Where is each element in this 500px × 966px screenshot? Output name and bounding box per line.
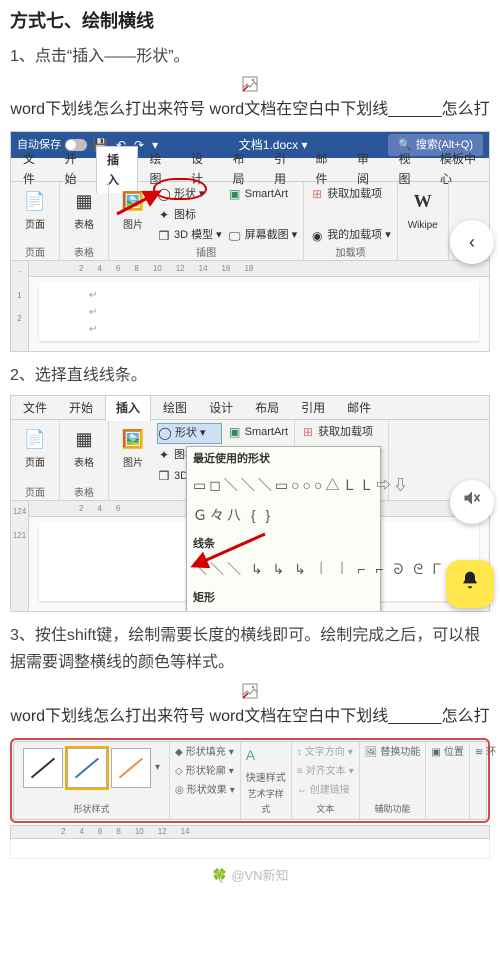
tab-layout[interactable]: 布局 [245,395,289,421]
notification-bell-button[interactable] [446,560,494,608]
step-1-text: 1、点击“插入——形状”。 [10,43,490,70]
back-button[interactable]: ‹ [450,220,494,264]
style-thumb-2-selected[interactable] [67,748,107,788]
tab-file[interactable]: 文件 [13,395,57,421]
shape-style-gallery[interactable]: ▾ [19,744,164,792]
shapes-dropdown-panel[interactable]: 最近使用的形状 ▭◻＼＼＼▭○○○△ＬＬ⇨⇩ Ｇ々八 { } 线条 ＼＼＼ ↳ … [186,446,381,612]
screenshot-1-word-insert-shapes: 自动保存 💾 ↶ ↷ ▾ 文档1.docx ▾ 🔍 搜索(Alt+Q) 文件 开… [10,131,490,352]
style-thumb-3[interactable] [111,748,151,788]
my-addins-button[interactable]: ◉我的加载项▾ [310,226,391,245]
get-addins-button[interactable]: ⊞获取加载项 [301,423,382,442]
attribution-text: 🍀 @VN新知 [10,865,490,887]
mute-button[interactable] [450,480,494,524]
caption-text: word下划线怎么打出来符号 word文档在空白中下划线______怎么打 [10,703,489,730]
create-link-button: ⇔ 创建链接 [297,782,354,799]
broken-image-caption-1: word下划线怎么打出来符号 word文档在空白中下划线______怎么打 [10,76,490,123]
screenshot-3-shape-format-ribbon: ▾ 形状样式 ◆ 形状填充 ▾ ◇ 形状轮廓 ▾ ◎ 形状效果 ▾ A 快速样式… [13,741,487,820]
screenshot-icon: 🖵 [228,229,242,243]
caption-text: word下划线怎么打出来符号 word文档在空白中下划线______怎么打 [10,96,489,123]
broken-image-caption-2: word下划线怎么打出来符号 word文档在空白中下划线______怎么打 [10,683,490,730]
screenshot-button[interactable]: 🖵屏幕截图▾ [228,226,298,245]
shapes-rect-row[interactable]: ▭▭▭▭▭▭▭▭▭ [187,611,380,613]
shapes-lines-row[interactable]: ＼＼＼ ↳ ↳ ↳ ꒐ ꒐ ⌐ ⌐ ᘐ ᘓ ᒥ [187,556,380,586]
smartart-button[interactable]: ▣SmartArt [228,423,288,442]
toggle-off-icon[interactable] [65,139,87,151]
word-tabs: 文件 开始 插入 绘图 设计 布局 引用 邮件 审阅 视图 模板中心 [11,158,489,182]
shape-outline-button[interactable]: ◇ 形状轮廓 ▾ [175,763,235,780]
tab-mail[interactable]: 邮件 [337,395,381,421]
section-heading: 方式七、绘制横线 [10,6,490,37]
tab-insert[interactable]: 插入 [105,395,151,421]
shape-fill-button[interactable]: ◆ 形状填充 ▾ [175,744,235,761]
pages-button[interactable]: 📄 页面 [17,423,53,474]
chevron-left-icon: ‹ [469,227,475,258]
pages-button[interactable]: 📄 页面 [17,185,53,236]
step-3-text: 3、按住shift键，绘制需要长度的横线即可。绘制完成之后，可以根据需要调整横线… [10,622,490,676]
wikipedia-icon: W [409,187,437,215]
shapes-lines-title: 线条 [187,532,380,557]
screenshot-2-shapes-dropdown: 文件 开始 插入 绘图 设计 布局 引用 邮件 📄 页面 页面 [10,395,490,612]
tab-draw[interactable]: 绘图 [153,395,197,421]
tab-ref[interactable]: 引用 [291,395,335,421]
tab-design[interactable]: 设计 [199,395,243,421]
broken-image-icon [242,76,258,92]
store-icon: ⊞ [310,187,324,201]
page-icon: 📄 [21,187,49,215]
word-tabs-2: 文件 开始 插入 绘图 设计 布局 引用 邮件 [11,396,489,420]
tab-home[interactable]: 开始 [59,395,103,421]
shapes-recent-row2[interactable]: Ｇ々八 { } [187,502,380,532]
addin-icon: ◉ [310,229,324,243]
get-addins-button[interactable]: ⊞获取加载项 [310,185,391,204]
smartart-button[interactable]: ▣SmartArt [228,185,298,204]
table-icon: ▦ [70,187,98,215]
shapes-button-open[interactable]: ◯形状▾ [157,423,222,444]
wikipedia-button[interactable]: W Wikipe [404,185,442,236]
shapes-rect-title: 矩形 [187,586,380,611]
image-icon: 🖼️ [119,187,147,215]
3dmodel-button[interactable]: ❒3D 模型▾ [157,226,222,245]
style-thumb-1[interactable] [23,748,63,788]
shapes-recent-row1[interactable]: ▭◻＼＼＼▭○○○△ＬＬ⇨⇩ [187,472,380,502]
screenshot-3-highlight: ▾ 形状样式 ◆ 形状填充 ▾ ◇ 形状轮廓 ▾ ◎ 形状效果 ▾ A 快速样式… [10,738,490,823]
image-icon: 🖼️ [119,425,147,453]
quick-style-button[interactable]: A [246,744,286,768]
image-button[interactable]: 🖼️ 图片 [115,185,151,236]
gallery-more-icon[interactable]: ▾ [155,759,160,776]
table-button[interactable]: ▦ 表格 [66,423,102,474]
bell-icon [460,569,480,600]
align-text-button: ≡ 对齐文本 ▾ [297,763,354,780]
ruler-3: 2468101214 [10,825,490,839]
shapes-icon: ◯ [157,187,171,201]
wrap-button[interactable]: ≋环 [475,744,496,761]
position-button[interactable]: ▣位置 [431,744,463,761]
document-page[interactable]: ↵↵↵ [39,281,479,341]
icons-button[interactable]: ✦图标 [157,206,222,225]
shapes-recent-title: 最近使用的形状 [187,447,380,472]
horizontal-ruler: 24681012141618 [29,261,489,277]
shape-effects-button[interactable]: ◎ 形状效果 ▾ [175,782,235,799]
smartart-icon: ▣ [228,187,242,201]
mute-icon [462,487,482,518]
vertical-ruler: -12 [11,261,29,351]
broken-image-icon [242,683,258,699]
alt-text-button[interactable]: 🖼替换功能 [365,744,421,761]
icons-icon: ✦ [157,208,171,222]
step-2-text: 2、选择直线线条。 [10,362,490,389]
table-icon: ▦ [70,425,98,453]
image-button[interactable]: 🖼️ 图片 [115,423,151,474]
page-icon: 📄 [21,425,49,453]
table-button[interactable]: ▦ 表格 [66,185,102,236]
cube-icon: ❒ [157,229,171,243]
floating-controls: ‹ [450,220,494,264]
ribbon-insert: 📄 页面 页面 ▦ 表格 表格 🖼️ [11,182,489,261]
text-direction-button: ↕ 文字方向 ▾ [297,744,354,761]
shapes-icon: ◯ [158,427,172,441]
shapes-button[interactable]: ◯形状▾ [157,185,222,204]
